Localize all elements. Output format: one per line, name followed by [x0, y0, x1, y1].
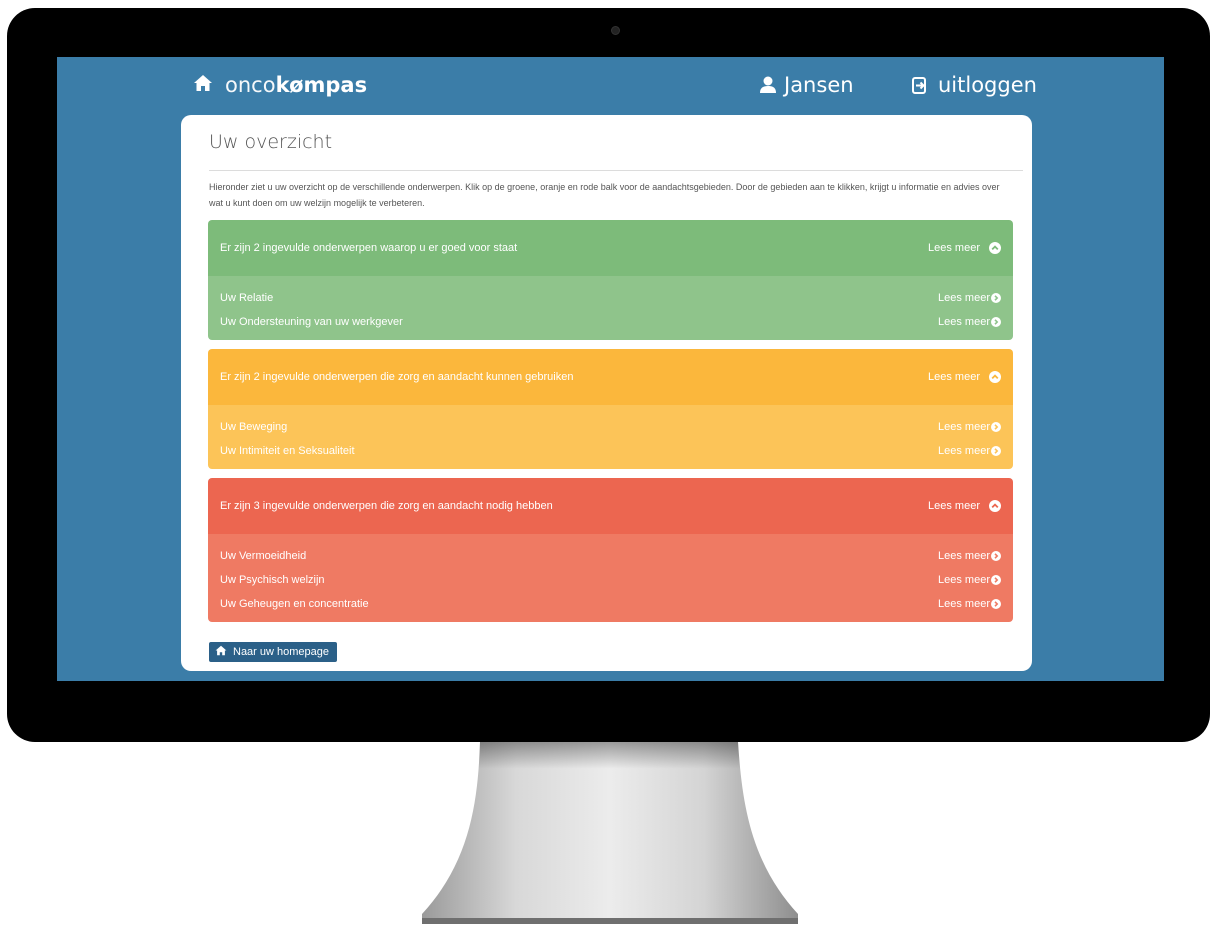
lees-meer-label: Lees meer	[938, 574, 990, 586]
topic-label: Uw Intimiteit en Seksualiteit	[220, 445, 355, 457]
lees-meer-link[interactable]: Lees meer	[938, 421, 1001, 433]
section-needs-care: Er zijn 3 ingevulde onderwerpen die zorg…	[208, 478, 1013, 622]
chevron-up-icon	[989, 371, 1001, 383]
section-header[interactable]: Er zijn 2 ingevulde onderwerpen die zorg…	[208, 349, 1013, 405]
section-heading: Er zijn 2 ingevulde onderwerpen waarop u…	[220, 242, 518, 254]
lees-meer-link[interactable]: Lees meer	[938, 292, 1001, 304]
list-item[interactable]: Uw Ondersteuning van uw werkgever Lees m…	[220, 310, 1001, 334]
chevron-right-icon	[991, 551, 1001, 561]
section-body: Uw Vermoeidheid Lees meer Uw Psychisch w…	[208, 534, 1013, 622]
topic-label: Uw Geheugen en concentratie	[220, 598, 369, 610]
lees-meer-link[interactable]: Lees meer	[938, 316, 1001, 328]
topic-label: Uw Relatie	[220, 292, 274, 304]
section-good: Er zijn 2 ingevulde onderwerpen waarop u…	[208, 220, 1013, 340]
lees-meer-link[interactable]: Lees meer	[938, 445, 1001, 457]
chevron-right-icon	[991, 293, 1001, 303]
home-icon	[215, 645, 227, 659]
chevron-right-icon	[991, 422, 1001, 432]
user-name: Jansen	[784, 73, 854, 97]
homepage-button[interactable]: Naar uw homepage	[209, 642, 338, 662]
section-header[interactable]: Er zijn 3 ingevulde onderwerpen die zorg…	[208, 478, 1013, 534]
lees-meer-label: Lees meer	[938, 598, 990, 610]
home-icon	[193, 74, 213, 97]
list-item[interactable]: Uw Geheugen en concentratie Lees meer	[220, 592, 1001, 616]
section-body: Uw Beweging Lees meer Uw Intimiteit en S…	[208, 405, 1013, 469]
section-attention: Er zijn 2 ingevulde onderwerpen die zorg…	[208, 349, 1013, 469]
lees-meer-link[interactable]: Lees meer	[938, 574, 1001, 586]
lees-meer-link[interactable]: Lees meer	[938, 550, 1001, 562]
monitor-stand	[422, 742, 798, 924]
logout-link[interactable]: uitloggen	[912, 71, 1037, 99]
list-item[interactable]: Uw Beweging Lees meer	[220, 415, 1001, 439]
page-title: Uw overzicht	[209, 131, 333, 153]
list-item[interactable]: Uw Intimiteit en Seksualiteit Lees meer	[220, 439, 1001, 463]
lees-meer-label: Lees meer	[938, 550, 990, 562]
app-screen: onco kømpas Jansen uitloggen Uw overzicht…	[57, 57, 1164, 681]
lees-meer-label: Lees meer	[928, 500, 980, 512]
intro-text: Hieronder ziet u uw overzicht op de vers…	[209, 182, 1000, 208]
section-body: Uw Relatie Lees meer Uw Ondersteuning va…	[208, 276, 1013, 340]
topic-label: Uw Psychisch welzijn	[220, 574, 325, 586]
lees-meer-label: Lees meer	[938, 316, 990, 328]
user-profile-link[interactable]: Jansen	[760, 71, 854, 99]
chevron-right-icon	[991, 317, 1001, 327]
brand-prefix: onco	[225, 73, 276, 97]
logout-icon	[912, 76, 926, 94]
chevron-right-icon	[991, 599, 1001, 609]
user-icon	[760, 76, 776, 93]
lees-meer-toggle[interactable]: Lees meer	[928, 500, 1001, 512]
list-item[interactable]: Uw Relatie Lees meer	[220, 286, 1001, 310]
lees-meer-label: Lees meer	[938, 421, 990, 433]
lees-meer-label: Lees meer	[928, 371, 980, 383]
list-item[interactable]: Uw Vermoeidheid Lees meer	[220, 544, 1001, 568]
chevron-up-icon	[989, 500, 1001, 512]
divider	[209, 170, 1023, 171]
lees-meer-toggle[interactable]: Lees meer	[928, 242, 1001, 254]
chevron-up-icon	[989, 242, 1001, 254]
homepage-button-label: Naar uw homepage	[233, 646, 330, 658]
section-heading: Er zijn 3 ingevulde onderwerpen die zorg…	[220, 500, 553, 512]
topic-label: Uw Beweging	[220, 421, 288, 433]
section-header[interactable]: Er zijn 2 ingevulde onderwerpen waarop u…	[208, 220, 1013, 276]
lees-meer-label: Lees meer	[928, 242, 980, 254]
list-item[interactable]: Uw Psychisch welzijn Lees meer	[220, 568, 1001, 592]
lees-meer-label: Lees meer	[938, 292, 990, 304]
chevron-right-icon	[991, 575, 1001, 585]
topic-label: Uw Ondersteuning van uw werkgever	[220, 316, 403, 328]
camera-dot	[611, 26, 620, 35]
lees-meer-link[interactable]: Lees meer	[938, 598, 1001, 610]
overview-card: Uw overzicht Hieronder ziet u uw overzic…	[181, 115, 1032, 671]
brand-bold: kømpas	[275, 73, 368, 97]
section-heading: Er zijn 2 ingevulde onderwerpen die zorg…	[220, 371, 574, 383]
lees-meer-label: Lees meer	[938, 445, 990, 457]
topic-label: Uw Vermoeidheid	[220, 550, 307, 562]
logout-label: uitloggen	[938, 73, 1037, 97]
brand-logo[interactable]: onco kømpas	[193, 71, 367, 99]
chevron-right-icon	[991, 446, 1001, 456]
lees-meer-toggle[interactable]: Lees meer	[928, 371, 1001, 383]
